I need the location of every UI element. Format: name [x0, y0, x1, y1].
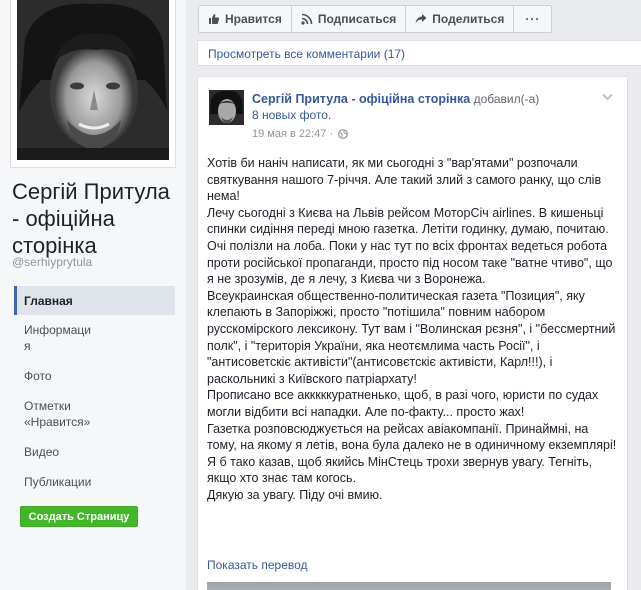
profile-picture[interactable]: [17, 0, 169, 160]
post-paragraph: Прописано все акккккуратненько, щоб, в р…: [207, 388, 599, 419]
profile-picture-frame: [10, 0, 176, 168]
page-nav: Главная Информаци я Фото Отметки «Нравит…: [14, 286, 175, 497]
post-header: Сергій Притула - офіційна сторінка добав…: [252, 91, 592, 123]
post-paragraph: Дякую за увагу. Піду очі вмию.: [207, 487, 383, 502]
nav-item-home[interactable]: Главная: [14, 286, 175, 315]
post-meta: 19 мая в 22:47 ·: [252, 128, 349, 140]
post-text: Хотів би наніч написати, як ми сьогодні …: [207, 155, 619, 503]
more-icon: ···: [525, 12, 541, 26]
nav-item-posts[interactable]: Публикации: [14, 467, 175, 497]
view-all-comments-link[interactable]: Просмотреть все комментарии (17): [208, 47, 405, 61]
thumbs-up-icon: [208, 13, 220, 25]
post-action-text: добавил(-а): [473, 92, 540, 106]
page-handle[interactable]: @serhiyprytula: [12, 255, 92, 269]
show-translation-link[interactable]: Показать перевод: [207, 558, 308, 572]
post-author-avatar[interactable]: [209, 90, 244, 125]
new-photos-link[interactable]: 8 новых фото.: [252, 107, 592, 123]
share-arrow-icon: [415, 13, 427, 25]
post-paragraph: Лечу сьогодні з Києва на Львів рейсом Мо…: [207, 205, 613, 287]
left-sidebar: Сергій Притула - офіційна сторінка @serh…: [0, 0, 186, 590]
share-button[interactable]: Поделиться: [405, 5, 514, 33]
nav-item-likes[interactable]: Отметки «Нравится»: [14, 391, 104, 437]
post-paragraph: Газетка розповсюджується на рейсах авіак…: [207, 421, 617, 453]
nav-item-info[interactable]: Информаци я: [14, 315, 104, 361]
share-label: Поделиться: [432, 12, 505, 26]
create-page-button[interactable]: Создать Страницу: [20, 506, 138, 527]
post-paragraph: Хотів би наніч написати, як ми сьогодні …: [207, 156, 602, 204]
rss-icon: [301, 13, 313, 25]
chevron-down-icon[interactable]: [602, 93, 613, 101]
more-options-button[interactable]: ···: [513, 5, 553, 33]
post-photo-preview[interactable]: [207, 582, 611, 590]
post-paragraph: Я б тако казав, щоб якийсь МінСтець трох…: [207, 454, 593, 486]
subscribe-label: Подписаться: [317, 12, 397, 26]
post-author-link[interactable]: Сергій Притула - офіційна сторінка: [252, 92, 470, 106]
page-action-bar: Нравится Подписаться Поделиться ···: [198, 5, 553, 33]
previous-post-footer: Просмотреть все комментарии (17): [197, 40, 641, 66]
like-page-button[interactable]: Нравится: [198, 5, 291, 33]
page-title[interactable]: Сергій Притула - офіційна сторінка: [12, 178, 182, 259]
post-timestamp[interactable]: 19 мая в 22:47 ·: [252, 128, 333, 140]
like-label: Нравится: [225, 12, 282, 26]
nav-item-videos[interactable]: Видео: [14, 437, 175, 467]
subscribe-button[interactable]: Подписаться: [290, 5, 406, 33]
nav-item-photos[interactable]: Фото: [14, 361, 175, 391]
globe-icon[interactable]: [338, 129, 349, 139]
post-paragraph: Всеукраинская общественно-политическая г…: [207, 288, 616, 386]
post-card: Сергій Притула - офіційна сторінка добав…: [197, 76, 628, 590]
